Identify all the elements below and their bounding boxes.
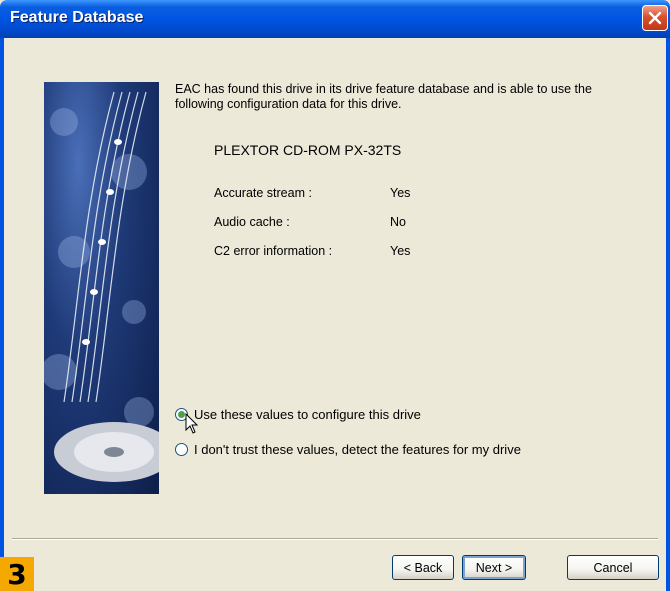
step-number-badge: 3 (0, 557, 34, 591)
feature-value-audio-cache: No (390, 215, 406, 229)
button-separator (12, 538, 658, 540)
intro-text: EAC has found this drive in its drive fe… (175, 82, 592, 111)
option-use-values-label[interactable]: Use these values to configure this drive (194, 407, 421, 422)
radio-detect-features[interactable] (175, 442, 188, 456)
feature-label-audio-cache: Audio cache : (214, 215, 290, 229)
title-bar[interactable]: Feature Database (0, 0, 670, 38)
feature-label-c2-error: C2 error information : (214, 244, 333, 258)
next-button[interactable]: Next > (462, 555, 526, 580)
music-cd-artwork (44, 82, 159, 494)
feature-label-accurate-stream: Accurate stream : (214, 186, 312, 200)
window-frame-right (666, 38, 670, 591)
feature-database-dialog: Feature Database EAC has found this driv… (0, 0, 670, 591)
feature-value-accurate-stream: Yes (390, 186, 411, 200)
option-use-values[interactable]: Use these values to configure this drive (175, 405, 421, 423)
option-detect-features-label[interactable]: I don't trust these values, detect the f… (194, 442, 521, 457)
option-detect-features[interactable]: I don't trust these values, detect the f… (175, 440, 521, 458)
mouse-cursor-icon (185, 412, 199, 440)
window-title: Feature Database (10, 9, 144, 26)
drive-name: PLEXTOR CD-ROM PX-32TS (214, 142, 402, 158)
close-button[interactable] (642, 5, 668, 31)
cancel-button[interactable]: Cancel (567, 555, 659, 580)
window-frame-left (0, 38, 4, 591)
feature-value-c2-error: Yes (390, 244, 411, 258)
back-button[interactable]: < Back (392, 555, 454, 580)
